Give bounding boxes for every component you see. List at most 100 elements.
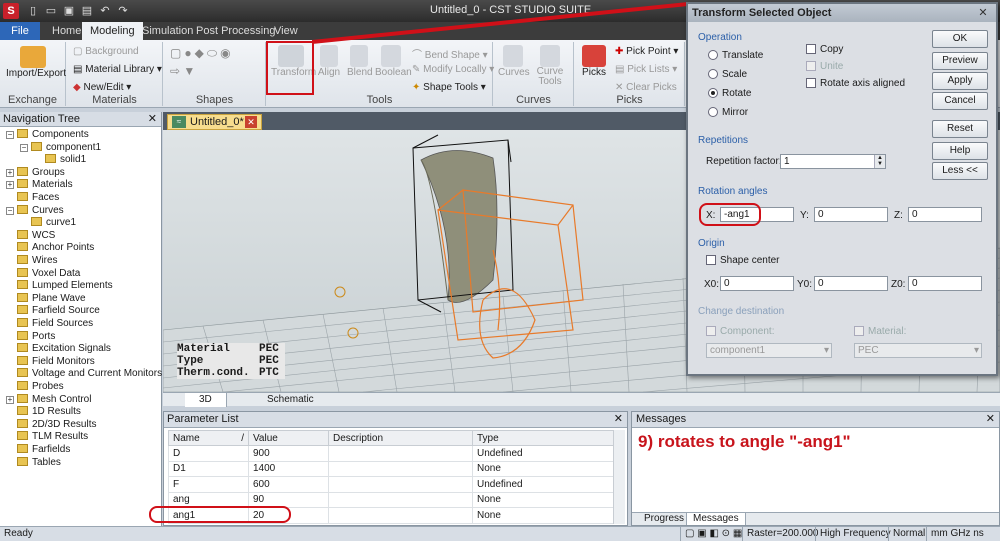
expand-icon[interactable]: + xyxy=(6,181,14,190)
cell-type[interactable]: None xyxy=(472,460,616,477)
component-select[interactable]: component1 ▾ xyxy=(706,343,832,358)
tree-item[interactable]: + Mesh Control xyxy=(6,393,91,406)
radio-mirror[interactable]: Mirror xyxy=(708,107,748,118)
cell-name[interactable]: D1 xyxy=(168,460,249,477)
cell-name[interactable]: D xyxy=(168,445,249,462)
tree-item[interactable]: Farfields xyxy=(6,444,70,456)
print-icon[interactable]: ▤ xyxy=(80,4,94,18)
undo-icon[interactable]: ↶ xyxy=(98,4,112,18)
tree-item[interactable]: Ports xyxy=(6,330,55,343)
new-file-icon[interactable]: ▯ xyxy=(26,4,40,18)
extrude-icon[interactable]: ⇨ ▼ xyxy=(170,64,195,78)
background-button[interactable]: ▢ Background xyxy=(73,46,139,57)
material-library-button[interactable]: ▤ Material Library ▾ xyxy=(73,64,162,75)
curve-tools-button[interactable]: Curve Tools xyxy=(534,45,566,87)
param-scrollbar[interactable] xyxy=(613,430,625,524)
cell-description[interactable] xyxy=(328,507,473,524)
curves-button[interactable]: Curves xyxy=(498,45,530,78)
open-folder-icon[interactable]: ▭ xyxy=(44,4,58,18)
collapse-icon[interactable]: − xyxy=(20,143,28,152)
cell-description[interactable] xyxy=(328,460,473,477)
tree-item[interactable]: Voltage and Current Monitors xyxy=(6,368,162,380)
align-button[interactable]: Align xyxy=(317,45,341,78)
pick-lists-button[interactable]: ▤ Pick Lists ▾ xyxy=(615,64,677,75)
origin-x0-input[interactable]: 0 xyxy=(720,276,794,291)
origin-z0-input[interactable]: 0 xyxy=(908,276,982,291)
cell-type[interactable]: Undefined xyxy=(472,476,616,493)
repetition-factor-input[interactable]: 1 xyxy=(780,154,886,169)
less-button[interactable]: Less << xyxy=(932,162,988,180)
radio-translate[interactable]: Translate xyxy=(708,50,763,61)
tree-item[interactable]: Plane Wave xyxy=(6,292,86,305)
cell-type[interactable]: None xyxy=(472,491,616,508)
component-checkbox[interactable]: Component: xyxy=(706,326,774,337)
preview-button[interactable]: Preview xyxy=(932,52,988,70)
tree-item[interactable]: solid1 xyxy=(34,154,86,166)
close-icon[interactable]: ✕ xyxy=(614,412,623,427)
table-row[interactable]: D 900 Undefined xyxy=(168,445,616,462)
status-icons[interactable]: ▢ ▣ ◧ ⊙ ▦ xyxy=(680,527,746,541)
new-edit-button[interactable]: ◆ New/Edit ▾ xyxy=(73,82,131,93)
material-select[interactable]: PEC ▾ xyxy=(854,343,982,358)
origin-y0-input[interactable]: 0 xyxy=(814,276,888,291)
cell-description[interactable] xyxy=(328,445,473,462)
ok-button[interactable]: OK xyxy=(932,30,988,48)
tree-item[interactable]: Faces xyxy=(6,192,59,204)
expand-icon[interactable]: + xyxy=(6,168,14,177)
redo-icon[interactable]: ↷ xyxy=(116,4,130,18)
cell-value[interactable]: 900 xyxy=(248,445,329,462)
table-row[interactable]: F 600 Undefined xyxy=(168,476,616,493)
radio-scale[interactable]: Scale xyxy=(708,69,747,80)
tree-item[interactable]: − Components xyxy=(6,129,89,141)
tree-item[interactable]: Wires xyxy=(6,255,58,267)
tree-item[interactable]: + Materials xyxy=(6,179,73,191)
shape-primitives[interactable]: ▢●◆⬭◉ xyxy=(170,46,234,61)
pick-point-button[interactable]: ✚ Pick Point ▾ xyxy=(615,46,678,57)
apply-button[interactable]: Apply xyxy=(932,72,988,90)
copy-checkbox[interactable]: Copy xyxy=(806,44,843,55)
tree-item[interactable]: curve1 xyxy=(20,217,76,229)
collapse-icon[interactable]: − xyxy=(6,206,14,215)
column-type[interactable]: Type xyxy=(472,430,616,446)
shape-center-checkbox[interactable]: Shape center xyxy=(706,255,780,266)
reset-button[interactable]: Reset xyxy=(932,120,988,138)
unite-checkbox[interactable]: Unite xyxy=(806,61,843,72)
tree-item[interactable]: 2D/3D Results xyxy=(6,418,96,431)
tree-item[interactable]: Tables xyxy=(6,456,61,469)
tab-messages[interactable]: Messages xyxy=(686,513,746,525)
cell-type[interactable]: None xyxy=(472,507,616,524)
tab-3d[interactable]: 3D xyxy=(185,393,227,407)
tree-item[interactable]: WCS xyxy=(6,229,55,242)
picks-button[interactable]: Picks xyxy=(579,45,609,78)
close-icon[interactable]: ✕ xyxy=(148,112,157,127)
tree-item[interactable]: Lumped Elements xyxy=(6,280,113,292)
rotation-y-input[interactable]: 0 xyxy=(814,207,888,222)
save-icon[interactable]: ▣ xyxy=(62,4,76,18)
help-button[interactable]: Help xyxy=(932,142,988,160)
tree-item[interactable]: Voxel Data xyxy=(6,267,80,280)
radio-rotate[interactable]: Rotate xyxy=(708,88,751,99)
boolean-button[interactable]: Boolean xyxy=(375,45,412,78)
tree-item[interactable]: − Curves xyxy=(6,204,64,217)
bend-shape-button[interactable]: ⌒ Bend Shape ▾ xyxy=(412,46,488,61)
tree-item[interactable]: TLM Results xyxy=(6,431,88,443)
cell-name[interactable]: F xyxy=(168,476,249,493)
tree-item[interactable]: 1D Results xyxy=(6,406,81,418)
app-logo-icon[interactable]: S xyxy=(3,3,19,19)
close-icon[interactable]: ✕ xyxy=(986,412,995,427)
tab-progress[interactable]: Progress xyxy=(638,513,690,525)
cell-description[interactable] xyxy=(328,476,473,493)
spinner-icon[interactable]: ▲ ▼ xyxy=(874,155,885,168)
tree-item[interactable]: + Groups xyxy=(6,166,65,179)
blend-button[interactable]: Blend xyxy=(347,45,373,78)
rotation-z-input[interactable]: 0 xyxy=(908,207,982,222)
tree-item[interactable]: Farfield Source xyxy=(6,305,100,317)
column-name[interactable]: Name / xyxy=(168,430,249,446)
column-description[interactable]: Description xyxy=(328,430,473,446)
tab-view[interactable]: View xyxy=(266,22,306,40)
collapse-icon[interactable]: − xyxy=(6,131,14,139)
tree-item[interactable]: Probes xyxy=(6,381,64,393)
expand-icon[interactable]: + xyxy=(6,395,14,404)
tree-item[interactable]: Anchor Points xyxy=(6,242,94,254)
tab-file[interactable]: File xyxy=(0,22,40,40)
